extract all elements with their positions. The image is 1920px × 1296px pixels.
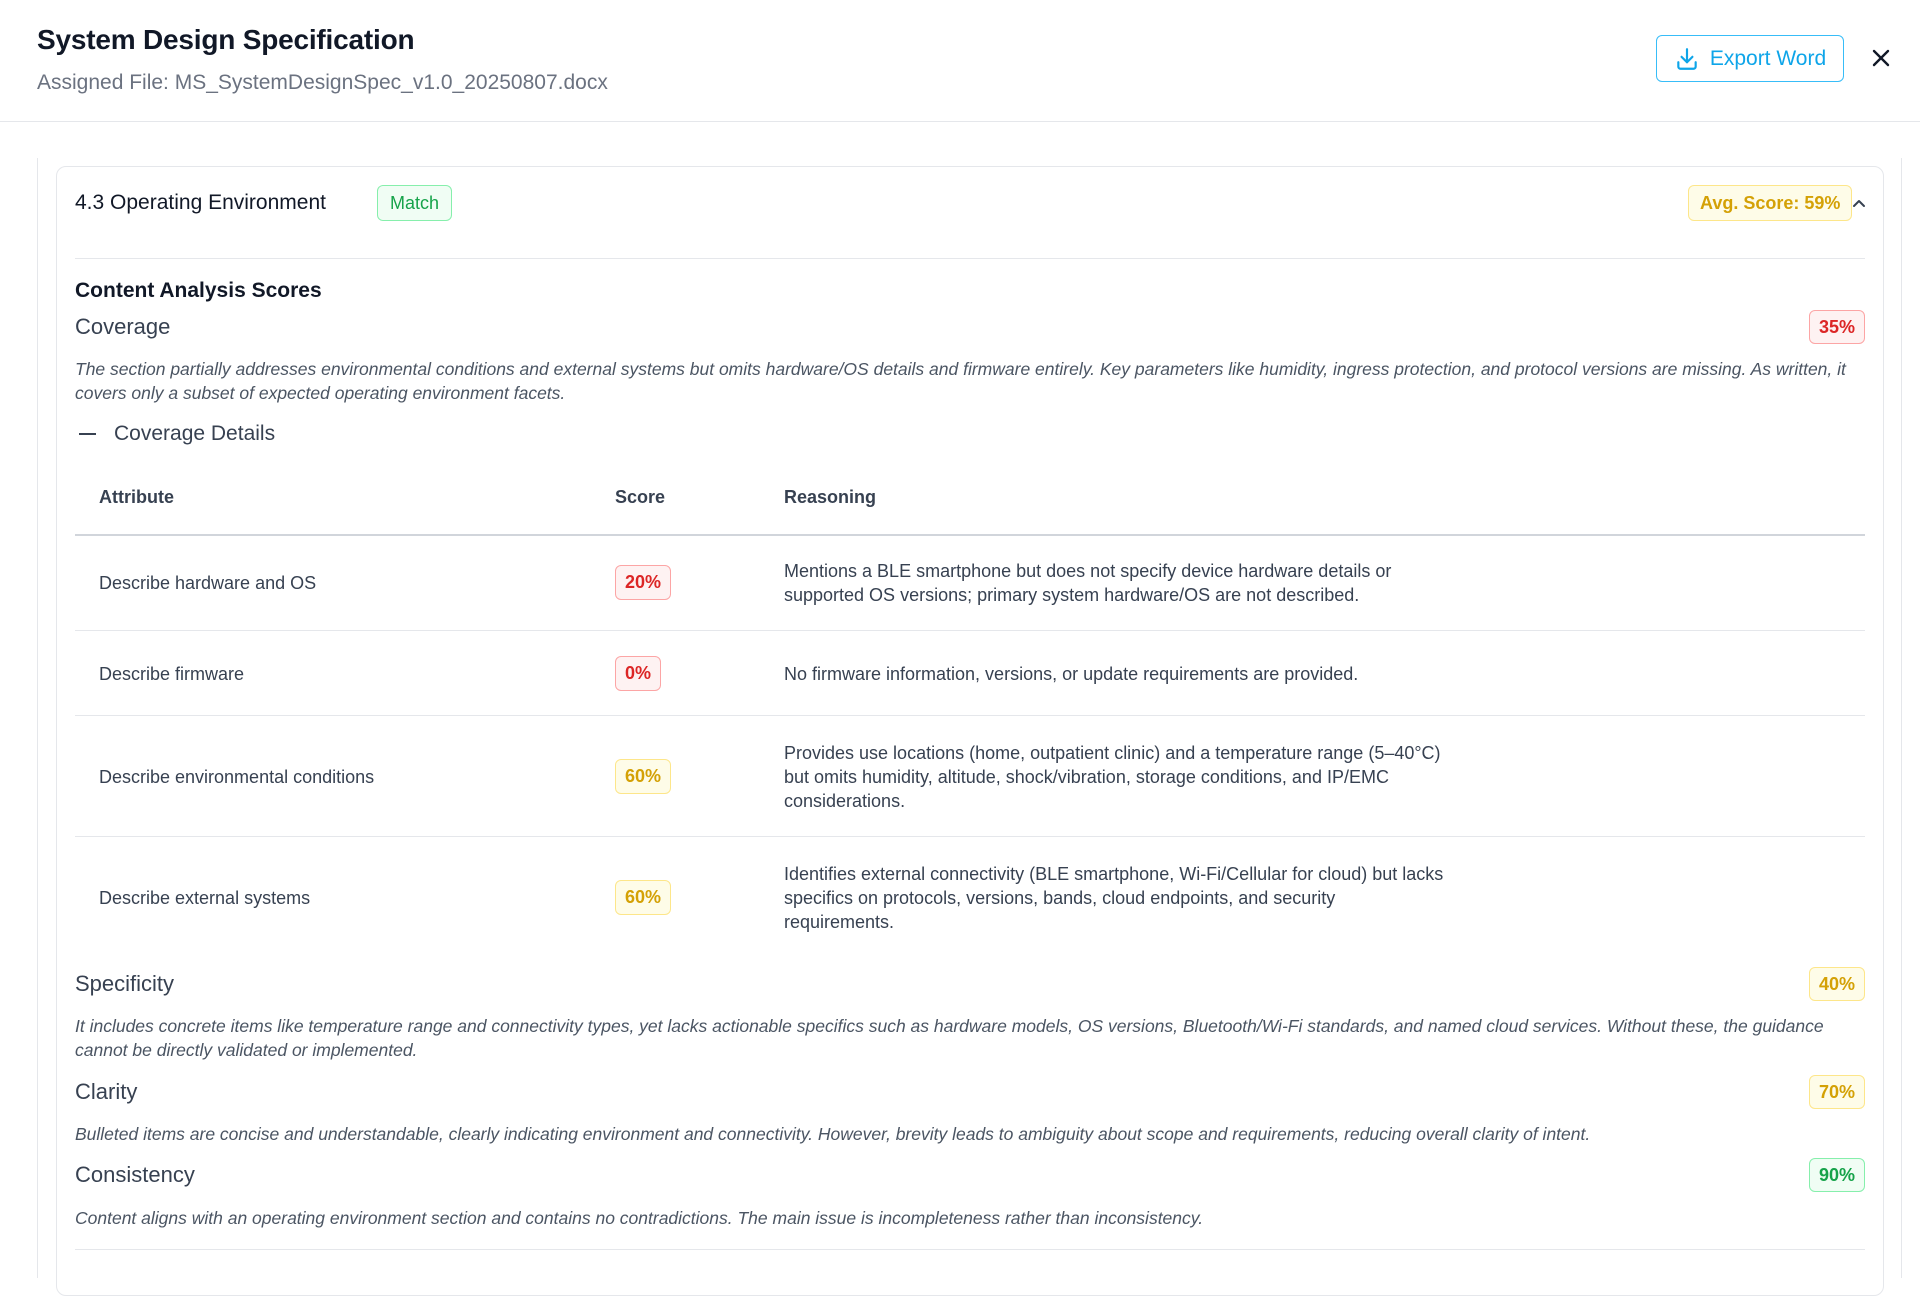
score-badge: 60% xyxy=(615,759,672,794)
consistency-label: Consistency xyxy=(75,1162,195,1187)
clarity-description: Bulleted items are concise and understan… xyxy=(75,1124,1591,1144)
avg-score-badge: Avg. Score: 59% xyxy=(1688,185,1853,221)
coverage-details-label: Coverage Details xyxy=(114,422,276,445)
specificity-description: It includes concrete items like temperat… xyxy=(75,1016,1824,1060)
close-button[interactable] xyxy=(1866,42,1896,74)
minus-icon xyxy=(79,433,96,435)
modal-header: System Design Specification Assigned Fil… xyxy=(0,0,1920,122)
specificity-score-badge: 40% xyxy=(1808,967,1865,1001)
section-card-header[interactable]: 4.3 Operating Environment Match Avg. Sco… xyxy=(75,185,1865,225)
export-word-button[interactable]: Export Word xyxy=(1656,35,1844,82)
clarity-score-badge: 70% xyxy=(1808,1075,1865,1109)
attribute-cell: Describe firmware xyxy=(99,664,245,684)
consistency-score-badge: 90% xyxy=(1808,1158,1865,1192)
attribute-cell: Describe environmental conditions xyxy=(99,767,375,787)
attribute-cell: Describe external systems xyxy=(99,888,311,908)
divider xyxy=(75,258,1865,259)
scroll-region-border-left xyxy=(37,158,38,1278)
table-row: Describe hardware and OS 20% Mentions a … xyxy=(75,536,1865,631)
assigned-file-label: Assigned File: MS_SystemDesignSpec_v1.0_… xyxy=(37,71,608,94)
reasoning-cell: No firmware information, versions, or up… xyxy=(784,664,1359,684)
reasoning-cell: Mentions a BLE smartphone but does not s… xyxy=(784,561,1392,605)
close-icon xyxy=(1872,49,1890,67)
download-icon xyxy=(1677,47,1697,70)
page-title: System Design Specification xyxy=(37,24,415,55)
reasoning-cell: Provides use locations (home, outpatient… xyxy=(784,743,1441,811)
section-card: 4.3 Operating Environment Match Avg. Sco… xyxy=(56,166,1884,1296)
score-badge: 60% xyxy=(615,880,672,915)
specificity-label: Specificity xyxy=(75,971,175,996)
column-header-score: Score xyxy=(615,487,666,507)
score-badge: 20% xyxy=(615,565,672,600)
clarity-label: Clarity xyxy=(75,1079,138,1104)
table-row: Describe external systems 60% Identifies… xyxy=(75,837,1865,958)
match-status-badge: Match xyxy=(377,185,453,221)
coverage-details-toggle[interactable]: Coverage Details xyxy=(75,419,275,449)
scroll-region-border-right xyxy=(1901,158,1902,1278)
reasoning-cell: Identifies external connectivity (BLE sm… xyxy=(784,864,1444,932)
table-row: Describe environmental conditions 60% Pr… xyxy=(75,716,1865,837)
score-badge: 0% xyxy=(615,656,662,691)
table-row: Describe firmware 0% No firmware informa… xyxy=(75,631,1865,716)
column-header-reasoning: Reasoning xyxy=(784,487,877,507)
export-word-label: Export Word xyxy=(1709,46,1827,70)
chevron-up-icon[interactable] xyxy=(1849,193,1869,213)
coverage-score-badge: 35% xyxy=(1808,310,1865,344)
column-header-attribute: Attribute xyxy=(99,487,174,507)
coverage-description: The section partially addresses environm… xyxy=(75,359,1846,403)
consistency-description: Content aligns with an operating environ… xyxy=(75,1208,1204,1228)
attribute-cell: Describe hardware and OS xyxy=(99,573,317,593)
coverage-label: Coverage xyxy=(75,314,171,339)
divider xyxy=(75,1249,1865,1250)
section-title: 4.3 Operating Environment xyxy=(75,191,326,214)
content-analysis-heading: Content Analysis Scores xyxy=(75,279,322,302)
